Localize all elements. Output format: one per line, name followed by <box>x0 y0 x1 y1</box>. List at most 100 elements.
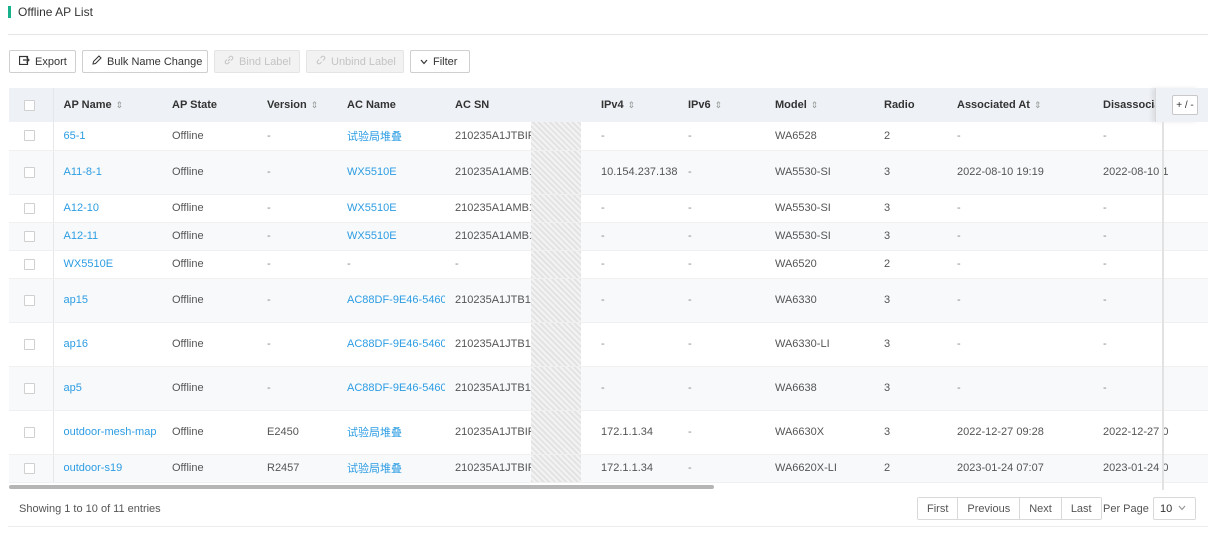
ac-name-cell[interactable]: WX5510E <box>337 150 445 195</box>
row-select-cell[interactable] <box>9 322 54 367</box>
table-row[interactable]: A12-10 Offline - WX5510E 210235A1AMB1- - WA553… <box>9 194 1208 223</box>
disassociated-at-cell: - <box>1093 250 1208 279</box>
row-select-cell[interactable] <box>9 366 54 411</box>
ac-name-cell[interactable]: 试验局堆叠 <box>337 122 445 151</box>
ap-state-cell: Offline <box>162 366 257 411</box>
disassociated-at-cell: 2023-01-24 0 <box>1093 454 1208 483</box>
associated-at-cell: - <box>947 194 1093 223</box>
ap-name-cell[interactable]: A11-8-1 <box>53 150 162 195</box>
ipv6-cell: - <box>678 410 765 455</box>
ap-name-cell[interactable]: outdoor-mesh-map <box>53 410 162 455</box>
column-header-ipv4[interactable]: IPv4 ⇕ <box>591 88 678 122</box>
bind-label-button[interactable]: Bind Label <box>214 50 300 73</box>
first-page-button[interactable]: First <box>918 498 959 519</box>
column-header-version[interactable]: Version ⇕ <box>257 88 337 122</box>
ac-name-cell[interactable]: 试验局堆叠 <box>337 410 445 455</box>
ac-name-cell[interactable]: 试验局堆叠 <box>337 454 445 483</box>
row-checkbox[interactable] <box>24 258 35 270</box>
ap-name-cell[interactable]: ap5 <box>53 366 162 411</box>
ap-name-cell[interactable]: ap15 <box>53 278 162 323</box>
sort-icon: ⇕ <box>310 100 319 110</box>
table-row[interactable]: A12-11 Offline - WX5510E 210235A1AMB1- - WA553… <box>9 222 1208 251</box>
row-checkbox[interactable] <box>24 338 35 350</box>
unbind-label-button[interactable]: Unbind Label <box>306 50 404 73</box>
redaction-mask <box>531 278 581 321</box>
previous-page-button[interactable]: Previous <box>958 498 1021 519</box>
associated-at-cell: - <box>947 366 1093 411</box>
ac-name-cell[interactable]: AC88DF-9E46-5460 <box>337 322 445 367</box>
unbind-label-label: Unbind Label <box>331 55 396 68</box>
per-page-select[interactable]: 10 <box>1153 497 1196 520</box>
ap-name-cell[interactable]: outdoor-s19 <box>53 454 162 483</box>
bulk-name-change-button[interactable]: Bulk Name Change <box>82 50 208 73</box>
ap-name-cell[interactable]: WX5510E <box>53 250 162 279</box>
row-checkbox[interactable] <box>24 462 35 474</box>
row-select-cell[interactable] <box>9 278 54 323</box>
version-cell: R2457 <box>257 454 337 483</box>
table-row[interactable]: ap5 Offline - AC88DF-9E46-5460 210235A1JTB18… <box>9 366 1208 411</box>
chevron-down-icon <box>420 56 428 68</box>
ap-state-cell: Offline <box>162 250 257 279</box>
table-row[interactable]: outdoor-mesh-map Offline E2450 试验局堆叠 210235A… <box>9 410 1208 455</box>
row-checkbox[interactable] <box>24 166 35 178</box>
export-button[interactable]: Export <box>9 50 76 73</box>
row-select-cell[interactable] <box>9 194 54 223</box>
table-row[interactable]: ap16 Offline - AC88DF-9E46-5460 210235A1JTB1… <box>9 322 1208 367</box>
table-row[interactable]: ap15 Offline - AC88DF-9E46-5460 210235A1JTB1… <box>9 278 1208 323</box>
column-toggle-button[interactable]: + / - <box>1172 95 1198 115</box>
version-cell: - <box>257 194 337 223</box>
row-checkbox[interactable] <box>24 130 35 142</box>
ac-name-cell[interactable]: WX5510E <box>337 222 445 251</box>
row-checkbox[interactable] <box>24 230 35 242</box>
row-checkbox[interactable] <box>24 294 35 306</box>
redaction-mask <box>531 454 581 481</box>
row-checkbox[interactable] <box>24 382 35 394</box>
table-row[interactable]: A11-8-1 Offline - WX5510E 210235A1AMB1 10.154… <box>9 150 1208 195</box>
ipv4-cell: - <box>591 222 678 251</box>
filter-button[interactable]: Filter <box>410 50 470 73</box>
last-page-button[interactable]: Last <box>1061 498 1101 519</box>
column-header-model[interactable]: Model ⇕ <box>765 88 874 122</box>
row-select-cell[interactable] <box>9 150 54 195</box>
ac-sn-text: - <box>455 258 459 270</box>
column-header-ap-name[interactable]: AP Name ⇕ <box>53 88 162 122</box>
next-page-button[interactable]: Next <box>1020 498 1062 519</box>
ap-table: AP Name ⇕ AP State Version ⇕ AC Name AC SN… <box>9 88 1208 483</box>
ac-name-cell[interactable]: WX5510E <box>337 194 445 223</box>
horizontal-scrollbar[interactable] <box>9 485 714 489</box>
row-select-cell[interactable] <box>9 122 54 151</box>
ap-name-cell[interactable]: 65-1 <box>53 122 162 151</box>
ap-name-cell[interactable]: A12-11 <box>53 222 162 251</box>
table-row[interactable]: 65-1 Offline - 试验局堆叠 210235A1JTBIR - - WA6528 2-… <box>9 122 1208 151</box>
row-select-cell[interactable] <box>9 250 54 279</box>
ac-name-cell[interactable]: AC88DF-9E46-5460 <box>337 366 445 411</box>
ipv6-cell: - <box>678 278 765 323</box>
select-all-checkbox[interactable] <box>24 99 35 111</box>
ap-name-cell[interactable]: A12-10 <box>53 194 162 223</box>
ap-state-cell: Offline <box>162 322 257 367</box>
ac-sn-cell: 210235A1JTBIR <box>445 122 591 151</box>
title-accent-bar <box>8 6 11 18</box>
row-select-cell[interactable] <box>9 410 54 455</box>
radio-cell: 3 <box>874 366 947 411</box>
sort-icon: ⇕ <box>714 100 723 110</box>
table-row[interactable]: outdoor-s19 Offline R2457 试验局堆叠 210235A1JTBI… <box>9 454 1208 483</box>
ac-name-cell[interactable]: AC88DF-9E46-5460 <box>337 278 445 323</box>
table-row[interactable]: WX5510E Offline - - - - - WA6520 2- - <box>9 250 1208 279</box>
select-all-cell[interactable] <box>9 88 54 122</box>
row-checkbox[interactable] <box>24 426 35 438</box>
ipv6-cell: - <box>678 122 765 151</box>
row-select-cell[interactable] <box>9 222 54 251</box>
pagination: First Previous Next Last <box>917 497 1102 520</box>
version-cell: - <box>257 278 337 323</box>
redaction-mask <box>531 250 581 277</box>
model-cell: WA5530-SI <box>765 222 874 251</box>
column-header-associated-at[interactable]: Associated At ⇕ <box>947 88 1093 122</box>
row-select-cell[interactable] <box>9 454 54 483</box>
ap-name-cell[interactable]: ap16 <box>53 322 162 367</box>
model-cell: WA6520 <box>765 250 874 279</box>
ipv6-cell: - <box>678 150 765 195</box>
version-cell: - <box>257 150 337 195</box>
row-checkbox[interactable] <box>24 202 35 214</box>
column-header-ipv6[interactable]: IPv6 ⇕ <box>678 88 765 122</box>
